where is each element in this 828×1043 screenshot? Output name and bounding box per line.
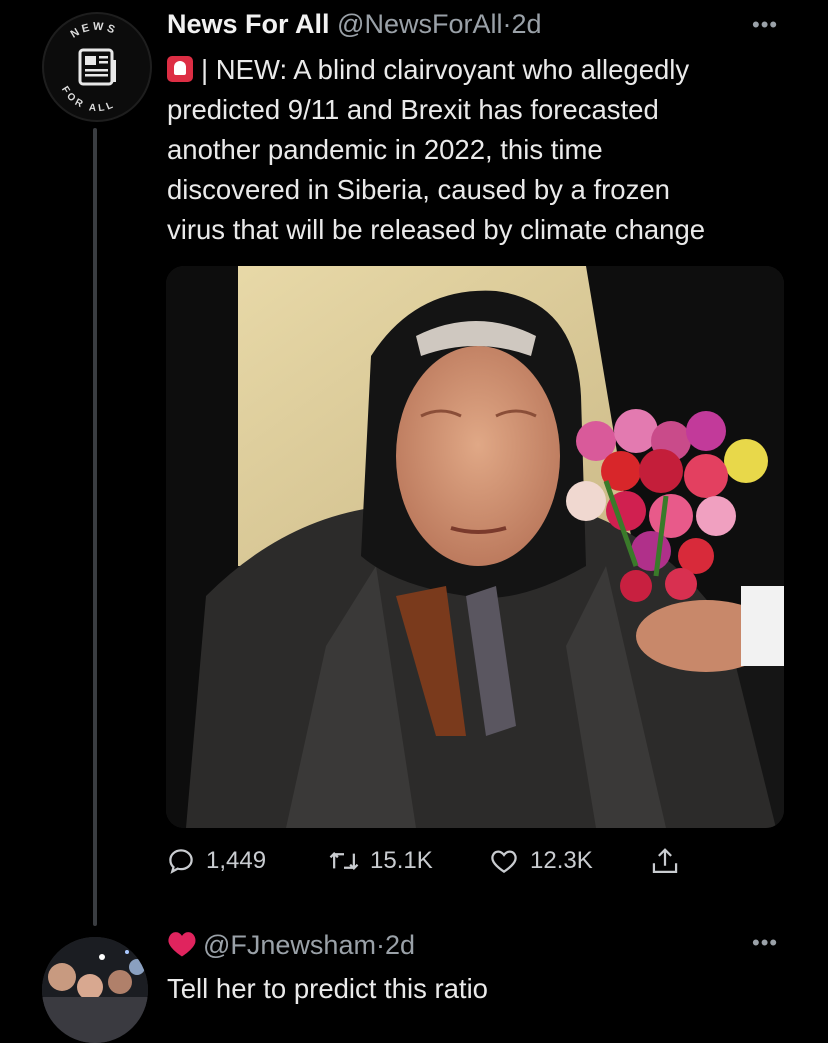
- tweet-line: discovered in Siberia, caused by a froze…: [167, 174, 670, 205]
- author-handle[interactable]: @NewsForAll: [337, 9, 502, 39]
- author-avatar[interactable]: NEWS FOR ALL: [42, 12, 152, 122]
- news-for-all-logo: NEWS FOR ALL: [59, 21, 120, 115]
- photo-illustration: [166, 266, 784, 828]
- tweet-body: | NEW: A blind clairvoyant who allegedly…: [167, 50, 797, 250]
- tweet-line: another pandemic in 2022, this time: [167, 134, 603, 165]
- tweet-line: predicted 9/11 and Brexit has forecasted: [167, 94, 659, 125]
- reply-author-avatar[interactable]: [42, 937, 148, 1043]
- reply-timestamp[interactable]: 2d: [385, 930, 415, 960]
- svg-text:FOR ALL: FOR ALL: [59, 85, 117, 115]
- like-action[interactable]: 12.3K: [488, 846, 593, 876]
- tweet-actions: 1,449 15.1K 12.3K: [166, 846, 726, 886]
- logo-text-top: NEWS: [69, 21, 117, 41]
- red-heart-emoji-icon: [168, 932, 196, 957]
- tweet-header: News For All @NewsForAll·2d: [167, 9, 542, 40]
- share-action[interactable]: [650, 846, 680, 878]
- retweet-count: 15.1K: [370, 847, 433, 874]
- reply-author-handle[interactable]: @FJnewsham: [203, 930, 376, 960]
- retweet-icon: [329, 852, 359, 870]
- svg-text:NEWS: NEWS: [69, 21, 120, 41]
- newspaper-icon: [78, 48, 116, 86]
- tweet-line-text: | NEW: A blind clairvoyant who allegedly: [201, 54, 690, 85]
- police-siren-emoji-icon: [167, 56, 193, 82]
- reply-header: @FJnewsham·2d: [167, 930, 415, 961]
- more-horizontal-icon[interactable]: •••: [752, 12, 778, 38]
- reply-more-horizontal-icon[interactable]: •••: [752, 930, 778, 956]
- tweet-line: | NEW: A blind clairvoyant who allegedly: [167, 50, 797, 90]
- reply-body: Tell her to predict this ratio: [167, 973, 488, 1004]
- thread-connector-line: [93, 128, 97, 926]
- tweet-line: virus that will be released by climate c…: [167, 214, 706, 245]
- tweet-photo[interactable]: [166, 266, 784, 828]
- crowd-photo-avatar: [42, 937, 148, 1043]
- author-name[interactable]: News For All: [167, 9, 330, 39]
- reply-icon: [169, 849, 193, 874]
- reply-action[interactable]: 1,449: [166, 846, 266, 876]
- reply-header-separator: ·: [375, 930, 385, 960]
- tweet-timestamp[interactable]: 2d: [511, 9, 541, 39]
- heart-outline-icon: [491, 850, 517, 873]
- like-count: 12.3K: [530, 847, 593, 874]
- reply-count: 1,449: [206, 847, 267, 874]
- logo-text-bottom: FOR ALL: [59, 85, 114, 115]
- retweet-action[interactable]: 15.1K: [328, 846, 433, 876]
- share-icon: [652, 848, 678, 873]
